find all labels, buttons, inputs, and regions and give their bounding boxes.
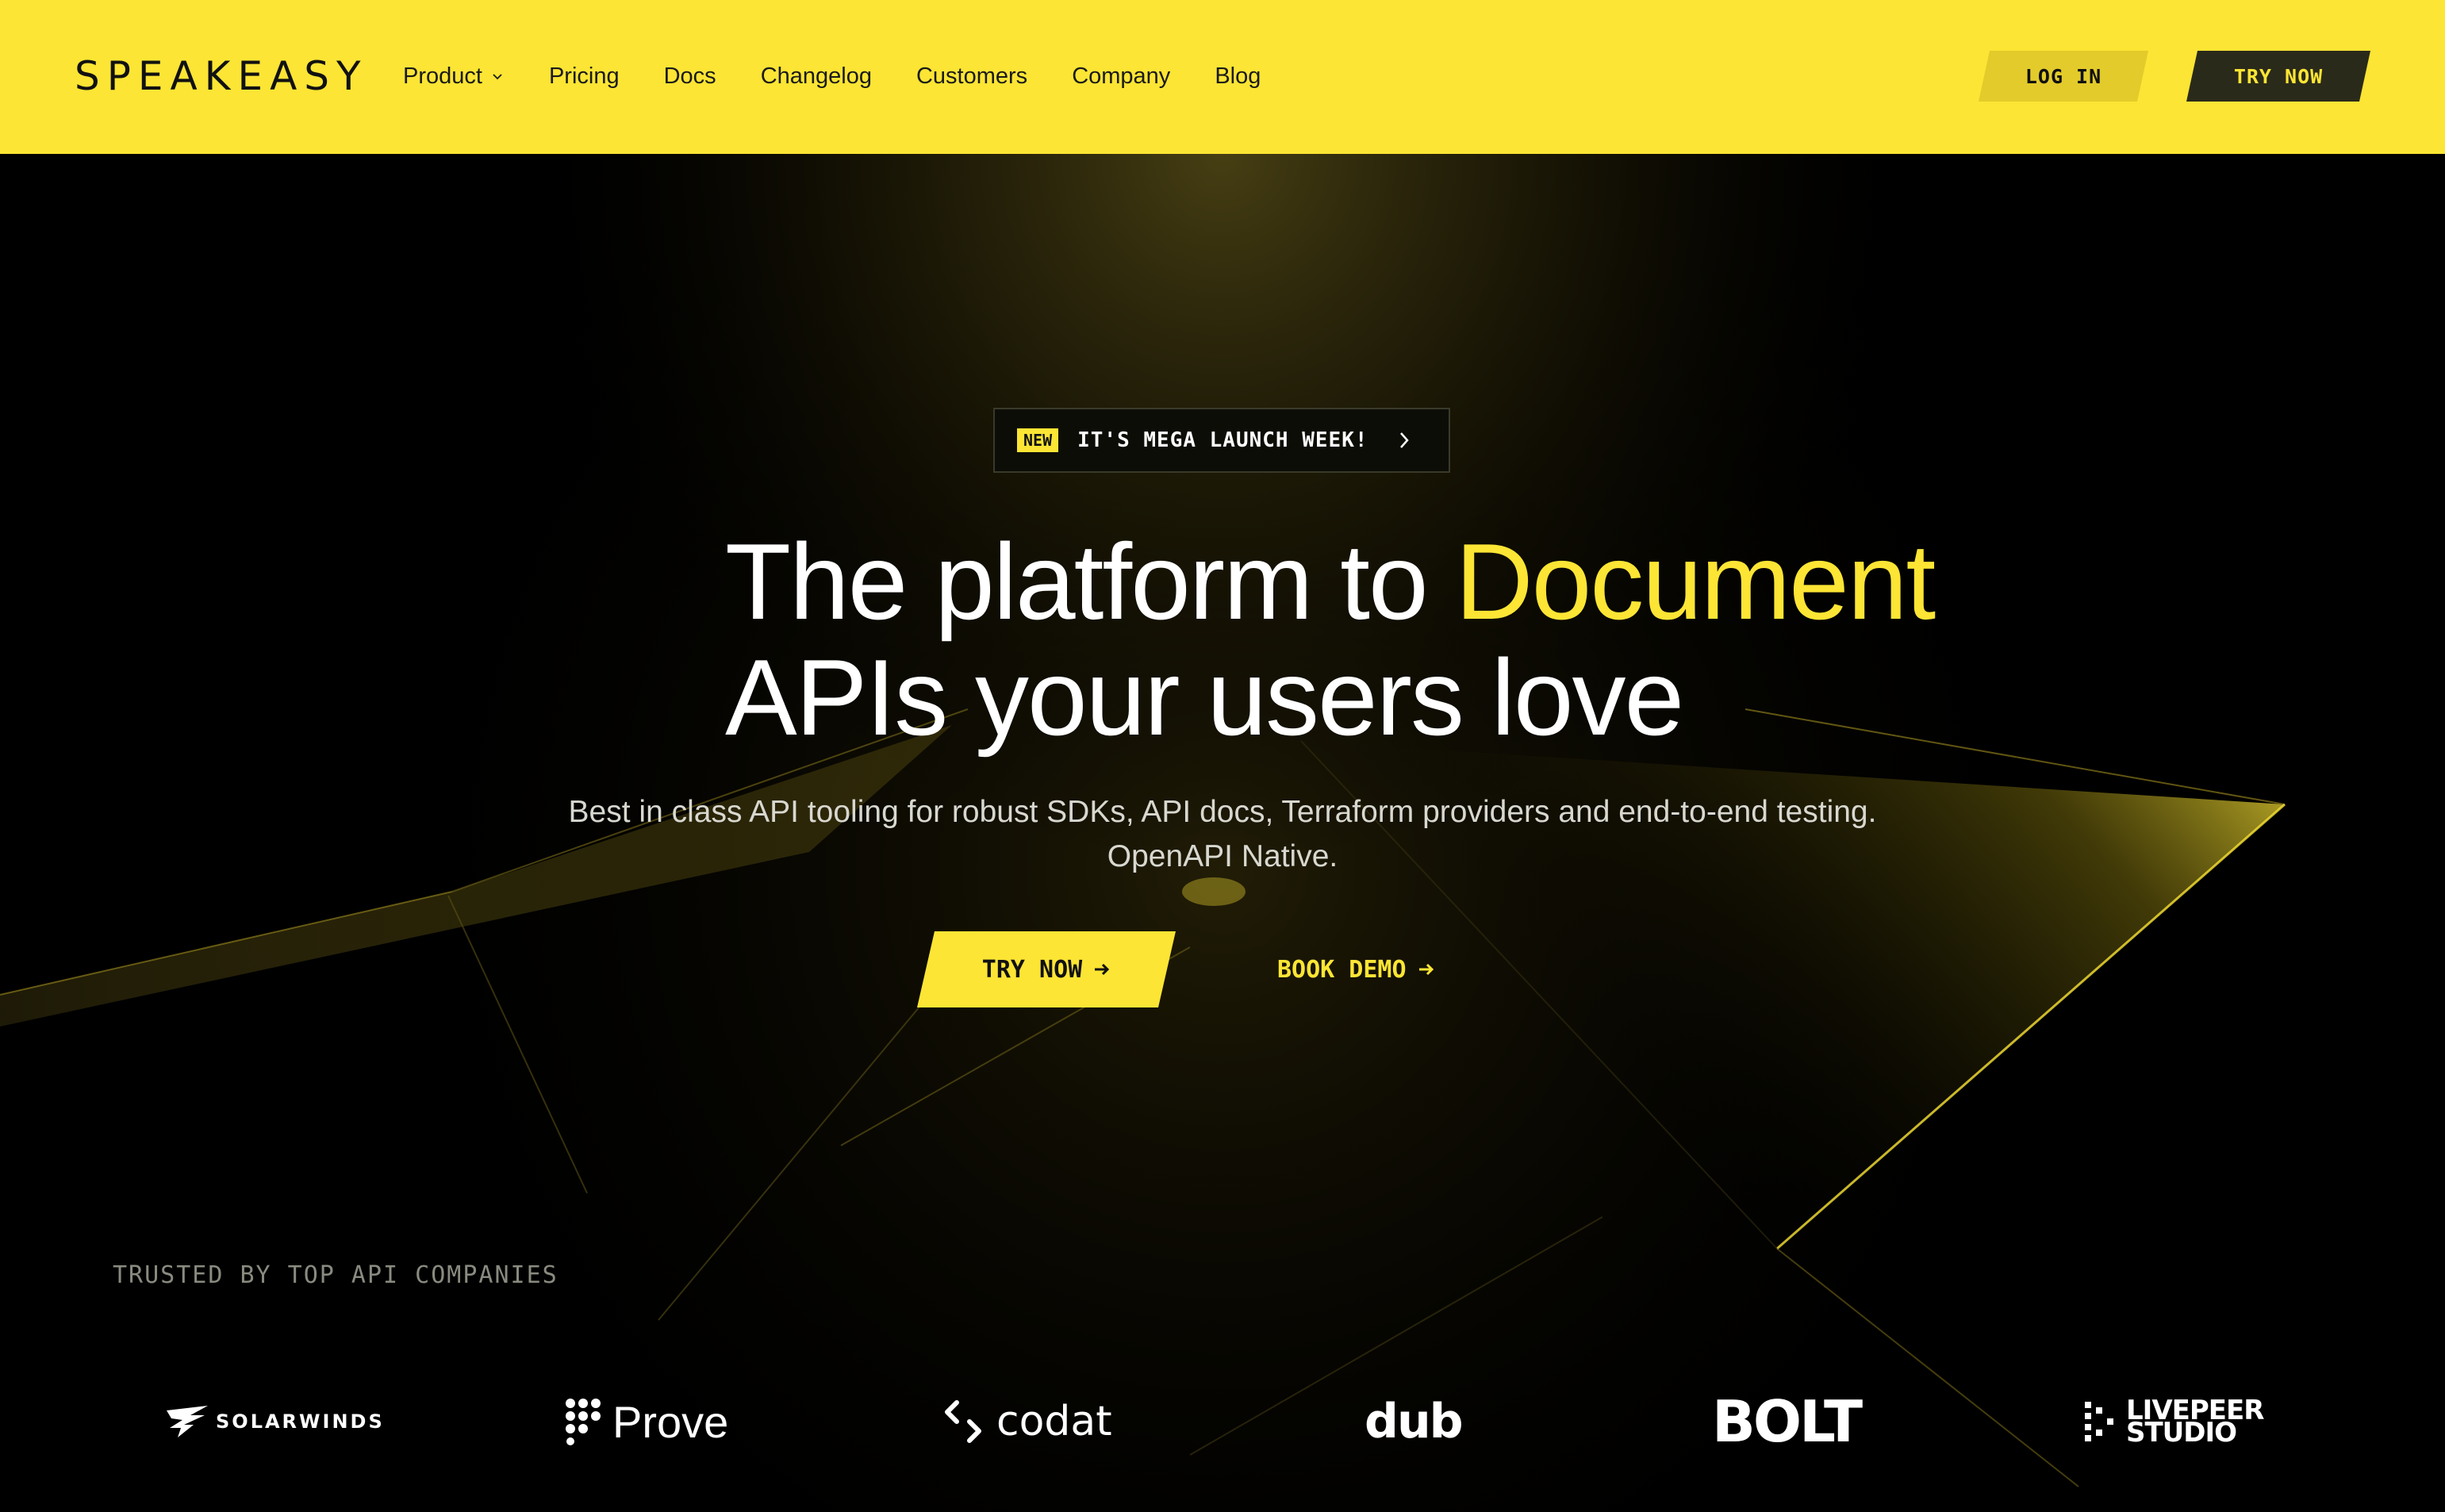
- chevron-right-icon: [1399, 432, 1409, 448]
- livepeer-studio-logo: LIVEPEER STUDIO: [2085, 1380, 2264, 1463]
- dub-logo: dub: [1365, 1380, 1464, 1463]
- codat-brackets-icon: [945, 1400, 981, 1443]
- hero-subheading: Best in class API tooling for robust SDK…: [317, 790, 2128, 879]
- nav-item-changelog[interactable]: Changelog: [761, 63, 872, 90]
- subhead-line-1: Best in class API tooling for robust SDK…: [568, 795, 1877, 829]
- headline-accent-word: Document: [1455, 521, 1936, 642]
- codat-wordmark: codat: [996, 1398, 1112, 1445]
- solarwinds-bird-icon: [167, 1406, 208, 1437]
- livepeer-grid-icon: [2085, 1402, 2113, 1441]
- nav-item-label: Product: [403, 63, 482, 89]
- trusted-by-label: TRUSTED BY TOP API COMPANIES: [113, 1261, 558, 1289]
- subhead-line-2: OpenAPI Native.: [1107, 839, 1338, 873]
- login-button[interactable]: LOG IN: [1979, 51, 2148, 102]
- book-demo-label: BOOK DEMO: [1277, 955, 1407, 984]
- announcement-text: IT'S MEGA LAUNCH WEEK!: [1077, 428, 1368, 452]
- hero-try-now-button[interactable]: TRY NOW: [917, 931, 1176, 1007]
- top-navigation-bar: SPEAKEASY Product Pricing Docs Changelog…: [0, 0, 2445, 154]
- headline-line-2: APIs your users love: [725, 637, 1684, 758]
- arrow-right-icon: [1418, 963, 1434, 976]
- prove-dots-icon: [566, 1399, 601, 1445]
- codat-logo: codat: [942, 1380, 1112, 1463]
- book-demo-button[interactable]: BOOK DEMO: [1277, 931, 1484, 1007]
- solarwinds-logo: SOLARWINDS: [167, 1380, 385, 1463]
- nav-item-company[interactable]: Company: [1072, 63, 1170, 90]
- solarwinds-wordmark: SOLARWINDS: [216, 1410, 385, 1433]
- launch-week-announcement[interactable]: NEW IT'S MEGA LAUNCH WEEK!: [993, 408, 1450, 473]
- try-now-label: TRY NOW: [981, 955, 1083, 984]
- header-try-now-button[interactable]: TRY NOW: [2186, 51, 2370, 102]
- prove-logo: Prove: [565, 1380, 728, 1463]
- dub-wordmark: dub: [1365, 1394, 1464, 1449]
- hero-headline: The platform to Document APIs your users…: [725, 524, 2312, 755]
- customer-logos: SOLARWINDS Prove codat dub BOLT LIVEPEER…: [0, 1380, 2445, 1463]
- prove-wordmark: Prove: [612, 1396, 729, 1447]
- new-badge: NEW: [1017, 428, 1059, 452]
- nav-item-docs[interactable]: Docs: [664, 63, 716, 90]
- headline-text: The platform to: [725, 521, 1456, 642]
- chevron-down-icon: [493, 74, 502, 80]
- bolt-wordmark: BOLT: [1712, 1388, 1863, 1455]
- nav-item-pricing[interactable]: Pricing: [549, 63, 620, 90]
- nav-item-customers[interactable]: Customers: [916, 63, 1027, 90]
- speakeasy-logo[interactable]: SPEAKEASY: [75, 51, 368, 102]
- main-nav: Product Pricing Docs Changelog Customers…: [403, 51, 1305, 102]
- livepeer-studio-wordmark: LIVEPEER STUDIO: [2126, 1397, 2264, 1446]
- bolt-logo: BOLT: [1712, 1380, 1863, 1463]
- nav-item-blog[interactable]: Blog: [1215, 63, 1261, 90]
- nav-item-product[interactable]: Product: [403, 63, 505, 90]
- arrow-right-icon: [1093, 961, 1111, 978]
